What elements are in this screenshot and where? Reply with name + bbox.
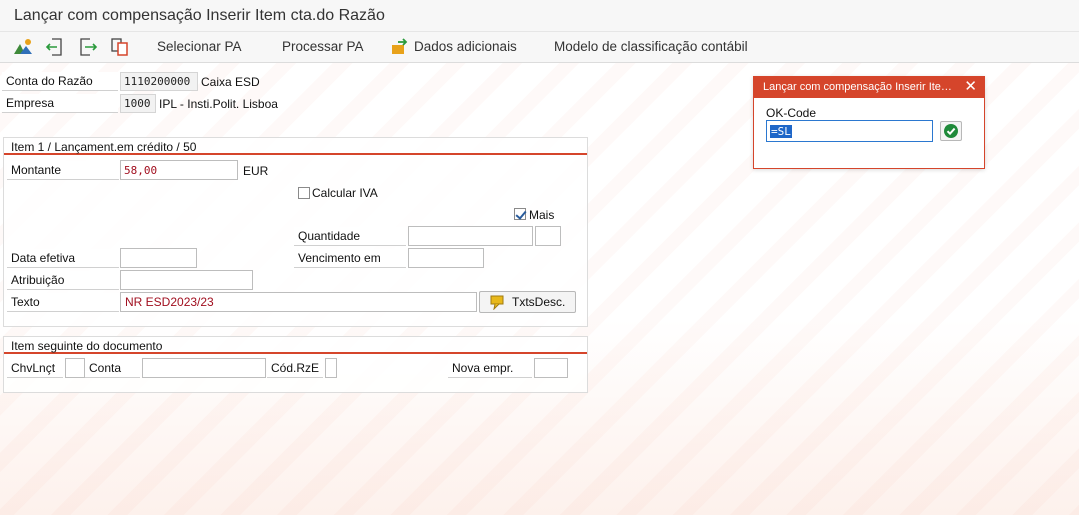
assignment-input[interactable] [120,270,253,290]
calc-tax-label: Calcular IVA [312,186,378,200]
assignment-label: Atribuição [7,271,119,290]
quantity-input[interactable] [408,226,533,246]
gl-account-label: Conta do Razão [2,72,118,91]
long-text-button-label: TxtsDesc. [512,295,566,309]
copy-document-icon[interactable] [109,37,131,57]
additional-data-button[interactable]: Dados adicionais [414,39,517,54]
text-input[interactable]: NR ESD2023/23 [120,292,477,312]
value-date-label: Data efetiva [7,249,119,268]
okcode-label: OK-Code [766,106,817,120]
popup-header: Lançar com compensação Inserir Item cta.… [754,77,984,98]
okcode-value: =SL [770,125,792,138]
gl-account-text: Caixa ESD [201,75,260,89]
special-gl-label: Cód.RzE [267,359,323,378]
popup-title: Lançar com compensação Inserir Item cta.… [763,81,953,93]
process-pa-button[interactable]: Processar PA [282,39,364,54]
due-date-label: Vencimento em [294,249,406,268]
quantity-label: Quantidade [294,227,406,246]
okcode-input[interactable]: =SL [766,120,933,142]
company-field: 1000 [120,94,156,113]
application-toolbar: Selecionar PA Processar PA Dados adicion… [0,32,1079,63]
company-label: Empresa [2,94,118,113]
classification-model-button[interactable]: Modelo de classificação contábil [554,39,748,54]
new-company-label: Nova empr. [448,359,532,378]
close-icon[interactable]: ✕ [964,79,977,95]
long-text-button[interactable]: TxtsDesc. [479,291,576,313]
arrow-right-page-icon[interactable] [77,37,99,57]
amount-label: Montante [7,161,119,180]
calc-tax-checkbox[interactable] [298,187,310,199]
new-company-input[interactable] [534,358,568,378]
amount-input[interactable]: 58,00 [120,160,238,180]
item-group-title: Item 1 / Lançament.em crédito / 50 [4,138,587,155]
ok-button[interactable] [940,121,962,141]
posting-key-input[interactable] [65,358,85,378]
mountains-icon[interactable] [12,37,34,57]
quantity-unit-input[interactable] [535,226,561,246]
text-label: Texto [7,293,119,312]
more-label: Mais [529,208,555,222]
due-date-input[interactable] [408,248,484,268]
title-bar: Lançar com compensação Inserir Item cta.… [0,0,1079,32]
more-checkbox[interactable] [514,208,526,220]
posting-key-label: ChvLnçt [7,359,63,378]
currency-text: EUR [243,164,269,178]
window-title: Lançar com compensação Inserir Item cta.… [14,7,385,24]
value-date-input[interactable] [120,248,197,268]
note-icon [489,294,507,313]
arrow-additional-data-icon [389,37,411,57]
account-label: Conta [85,359,140,378]
special-gl-input[interactable] [325,358,337,378]
arrow-left-page-icon[interactable] [44,37,66,57]
account-input[interactable] [142,358,266,378]
next-item-group-title: Item seguinte do documento [4,337,587,354]
select-pa-button[interactable]: Selecionar PA [157,39,242,54]
check-icon [943,123,959,142]
gl-account-field: 1110200000 [120,72,198,91]
company-text: IPL - Insti.Polit. Lisboa [159,97,278,111]
okcode-popup: Lançar com compensação Inserir Item cta.… [753,76,985,169]
